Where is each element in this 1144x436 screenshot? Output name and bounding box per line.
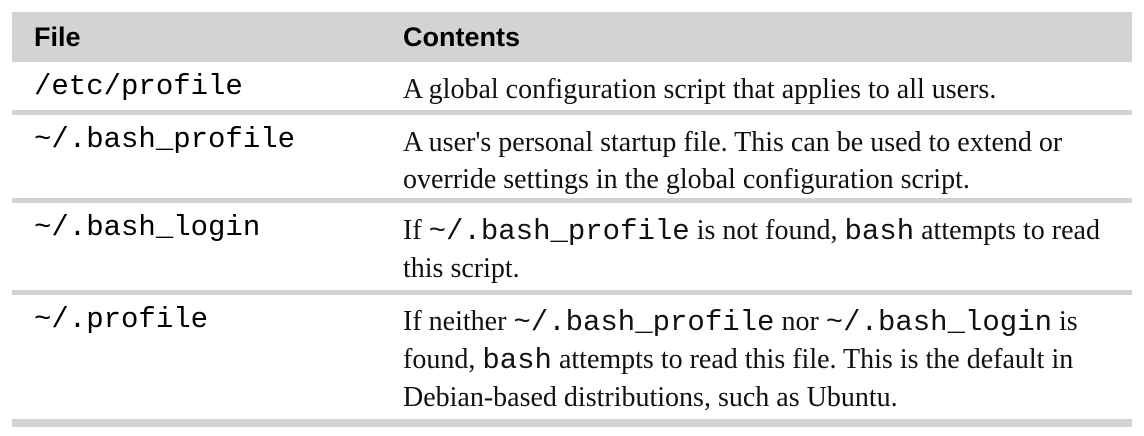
- desc-text: If neither: [403, 306, 514, 337]
- code-text: bash: [844, 215, 915, 248]
- file-description: If ~/.bash_profile is not found, bash at…: [403, 203, 1132, 290]
- desc-text: nor: [774, 306, 826, 337]
- table-row: ~/.bash_login If ~/.bash_profile is not …: [12, 203, 1132, 290]
- header-file: File: [34, 21, 81, 52]
- desc-text: A global configuration script that appli…: [403, 74, 997, 105]
- code-text: ~/.bash_login: [825, 306, 1053, 339]
- desc-text: A user's personal startup file. This can…: [403, 127, 1063, 195]
- file-name: /etc/profile: [34, 70, 243, 103]
- header-contents: Contents: [403, 21, 520, 52]
- table-row: ~/.profile If neither ~/.bash_profile no…: [12, 295, 1132, 419]
- table-bottom-border: [12, 419, 1132, 427]
- file-name: ~/.bash_login: [34, 211, 261, 244]
- table-header: File Contents: [12, 12, 1132, 62]
- startup-files-table: File Contents /etc/profile A global conf…: [12, 12, 1132, 427]
- desc-text: is not found,: [689, 215, 845, 246]
- file-description: A global configuration script that appli…: [403, 62, 1132, 110]
- file-description: A user's personal startup file. This can…: [403, 115, 1132, 198]
- file-name: ~/.bash_profile: [34, 123, 296, 156]
- code-text: bash: [482, 344, 552, 377]
- table-row: /etc/profile A global configuration scri…: [12, 62, 1132, 110]
- code-text: ~/.bash_profile: [428, 215, 690, 248]
- table-row: ~/.bash_profile A user's personal startu…: [12, 115, 1132, 198]
- file-name: ~/.profile: [34, 303, 209, 336]
- desc-text: If: [403, 215, 429, 246]
- code-text: ~/.bash_profile: [513, 306, 775, 339]
- file-description: If neither ~/.bash_profile nor ~/.bash_l…: [403, 295, 1132, 419]
